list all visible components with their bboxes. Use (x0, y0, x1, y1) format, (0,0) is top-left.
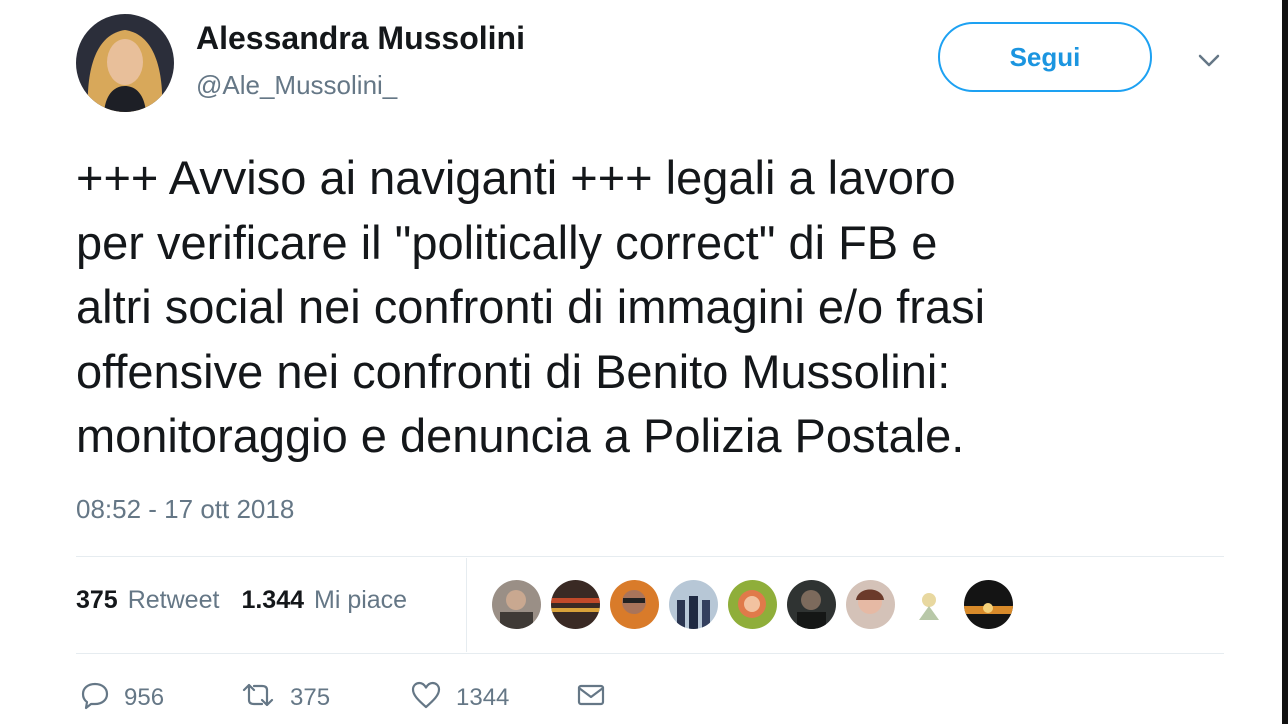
like-label[interactable]: Mi piace (314, 586, 407, 615)
frame-edge (1282, 0, 1288, 724)
tweet-line: monitoraggio e denuncia a Polizia Postal… (76, 409, 965, 462)
liker-avatar[interactable] (964, 580, 1013, 629)
profile-name[interactable]: Alessandra Mussolini (196, 20, 525, 57)
retweet-action-count: 375 (290, 683, 331, 711)
stats-separator (466, 558, 467, 652)
liker-avatar[interactable] (610, 580, 659, 629)
tweet-stats: 375 Retweet 1.344 Mi piace (76, 586, 407, 615)
retweet-icon (240, 680, 276, 715)
retweet-label[interactable]: Retweet (128, 586, 220, 615)
tweet-line: +++ Avviso ai naviganti +++ legali a lav… (76, 151, 956, 204)
liker-avatar[interactable] (669, 580, 718, 629)
like-action-count: 1344 (456, 683, 510, 711)
reply-count: 956 (124, 683, 165, 711)
divider (76, 653, 1224, 654)
tweet-text: +++ Avviso ai naviganti +++ legali a lav… (76, 146, 1256, 469)
tweet-line: altri social nei confronti di immagini e… (76, 280, 986, 333)
liker-avatars (492, 580, 1013, 629)
tweet-line: per verificare il "politically correct" … (76, 215, 938, 269)
follow-button[interactable]: Segui (938, 22, 1152, 92)
tweet-line: offensive nei confronti di Benito Mussol… (76, 344, 951, 398)
reply-icon (80, 680, 110, 715)
tweet-timestamp[interactable]: 08:52 - 17 ott 2018 (76, 494, 294, 525)
divider (76, 556, 1224, 557)
like-count[interactable]: 1.344 (241, 586, 304, 615)
liker-avatar[interactable] (905, 580, 954, 629)
profile-handle[interactable]: @Ale_Mussolini_ (196, 70, 397, 101)
liker-avatar[interactable] (846, 580, 895, 629)
like-icon (410, 680, 442, 715)
message-icon (576, 680, 606, 715)
retweet-count[interactable]: 375 (76, 586, 118, 615)
liker-avatar[interactable] (551, 580, 600, 629)
message-button[interactable] (576, 680, 606, 715)
chevron-down-icon[interactable] (1194, 48, 1224, 72)
like-button[interactable]: 1344 (410, 680, 509, 715)
avatar[interactable] (76, 14, 174, 112)
liker-avatar[interactable] (728, 580, 777, 629)
retweet-button[interactable]: 375 (240, 680, 330, 715)
liker-avatar[interactable] (787, 580, 836, 629)
liker-avatar[interactable] (492, 580, 541, 629)
reply-button[interactable]: 956 (80, 680, 164, 715)
